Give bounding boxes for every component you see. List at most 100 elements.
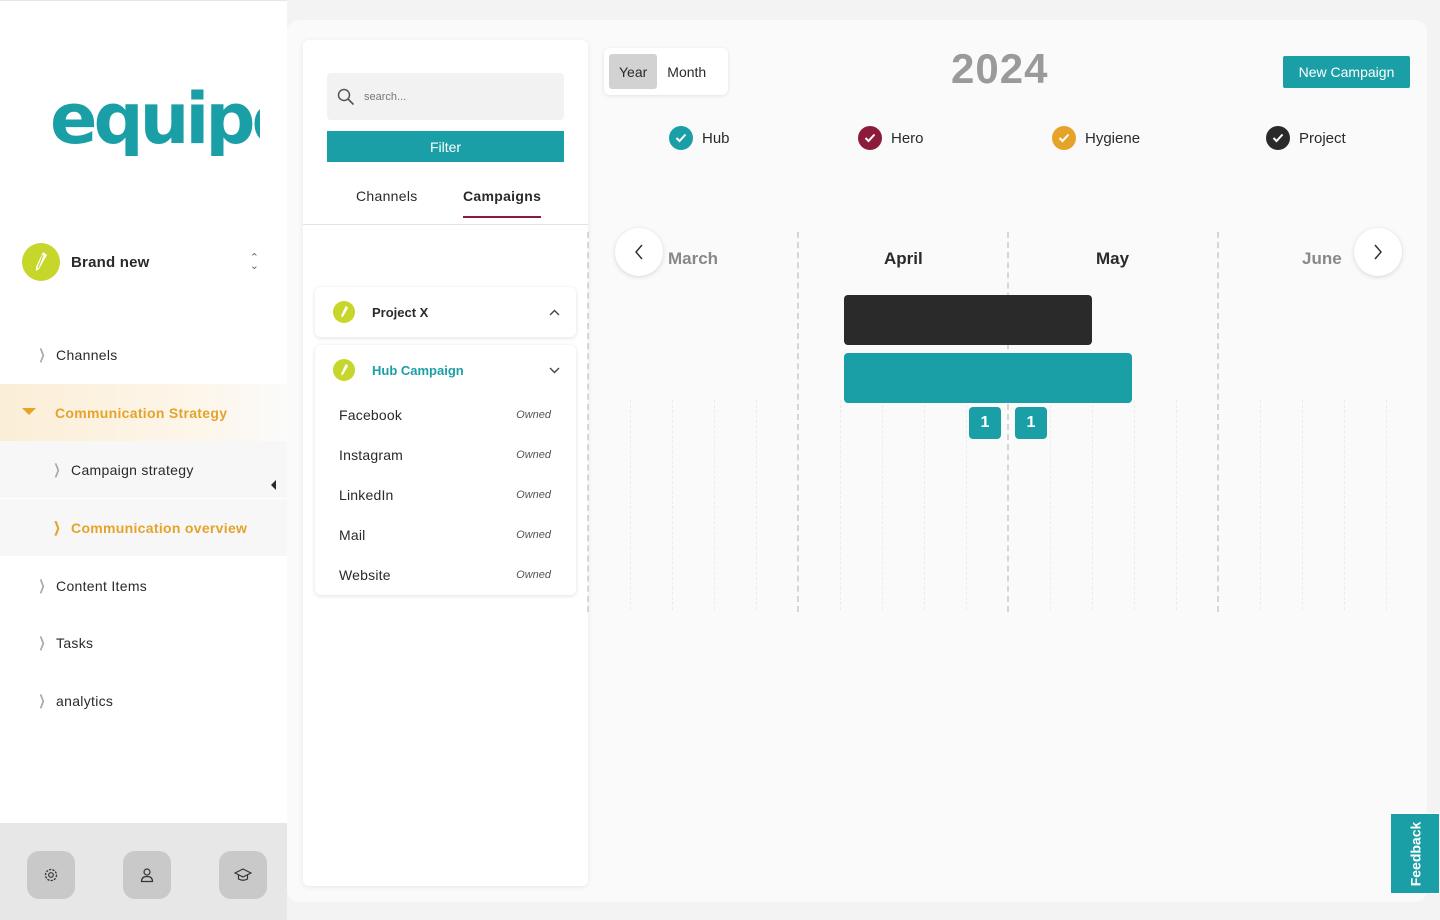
week-divider xyxy=(1302,400,1303,610)
hub-campaign-bar[interactable] xyxy=(844,353,1132,403)
sidebar-item-communication-overview[interactable]: ❯ Communication overview xyxy=(0,499,287,556)
caret-down-icon xyxy=(22,408,36,415)
content-count-badge[interactable]: 1 xyxy=(969,407,1001,439)
legend-label: Project xyxy=(1299,129,1346,147)
caret-right-icon: ❯ xyxy=(38,577,46,593)
chevron-down-icon[interactable] xyxy=(549,361,560,379)
feedback-tab[interactable]: Feedback xyxy=(1390,813,1440,894)
month-label: March xyxy=(668,249,719,268)
content-count-badge[interactable]: 1 xyxy=(1015,407,1047,439)
chevron-up-icon[interactable] xyxy=(549,303,560,321)
svg-text:equipo: equipo xyxy=(50,81,260,156)
equipo-logo[interactable]: equipo xyxy=(50,81,260,156)
caret-right-icon: ❯ xyxy=(38,692,46,708)
brand-name: Brand new xyxy=(71,253,150,271)
project-card: Project X xyxy=(315,287,576,337)
project-header[interactable]: Project X xyxy=(315,287,576,337)
month-label: April xyxy=(884,249,923,268)
legend-hub[interactable]: Hub xyxy=(669,126,730,150)
pen-nib-icon xyxy=(333,359,355,381)
check-icon xyxy=(858,126,882,150)
channel-type: Owned xyxy=(516,489,551,501)
academy-button[interactable] xyxy=(219,851,267,899)
timeline-divider xyxy=(1217,232,1219,612)
channel-row[interactable]: Website Owned xyxy=(315,555,576,595)
channel-type: Owned xyxy=(516,449,551,461)
check-icon xyxy=(1052,126,1076,150)
user-icon xyxy=(140,868,154,883)
sidebar-item-tasks[interactable]: ❯ Tasks xyxy=(0,614,287,671)
sidebar-item-campaign-strategy[interactable]: ❯ Campaign strategy xyxy=(0,441,287,498)
channel-type: Owned xyxy=(516,409,551,421)
legend-label: Hub xyxy=(702,129,730,147)
week-divider xyxy=(672,400,673,610)
week-divider xyxy=(1134,400,1135,610)
pen-nib-icon xyxy=(333,301,355,323)
week-divider xyxy=(714,400,715,610)
year-title: 2024 xyxy=(951,45,1049,92)
search-box[interactable] xyxy=(327,73,564,120)
sidebar-item-content-items[interactable]: ❯ Content Items xyxy=(0,557,287,614)
week-divider xyxy=(882,400,883,610)
graduation-cap-icon xyxy=(234,868,252,881)
channel-row[interactable]: Facebook Owned xyxy=(315,395,576,435)
chevron-left-icon xyxy=(635,244,643,260)
new-campaign-button[interactable]: New Campaign xyxy=(1283,56,1410,88)
campaign-header[interactable]: Hub Campaign xyxy=(315,345,576,395)
chevron-updown-icon[interactable]: ⌃ ⌄ xyxy=(250,253,259,272)
sidebar-item-label: analytics xyxy=(56,692,114,709)
search-input[interactable] xyxy=(364,90,544,103)
settings-icon xyxy=(44,868,58,882)
channel-row[interactable]: LinkedIn Owned xyxy=(315,475,576,515)
legend-hero[interactable]: Hero xyxy=(858,126,924,150)
sidebar-item-channels[interactable]: ❯ Channels xyxy=(0,326,287,383)
channel-type: Owned xyxy=(516,529,551,541)
month-label: June xyxy=(1302,249,1342,268)
view-toggle: Year Month xyxy=(604,48,728,95)
settings-button[interactable] xyxy=(27,851,75,899)
sidebar-item-label: Campaign strategy xyxy=(71,461,194,478)
week-divider xyxy=(1050,400,1051,610)
week-divider xyxy=(1260,400,1261,610)
view-year-option[interactable]: Year xyxy=(609,54,658,89)
caret-right-icon: ❯ xyxy=(53,461,61,477)
week-divider xyxy=(924,400,925,610)
tab-channels[interactable]: Channels xyxy=(356,188,418,216)
caret-right-icon: ❯ xyxy=(53,519,61,535)
channel-row[interactable]: Instagram Owned xyxy=(315,435,576,475)
timeline-divider xyxy=(797,232,799,612)
campaign-card: Hub Campaign Facebook Owned Instagram Ow… xyxy=(315,345,576,595)
channel-name: Mail xyxy=(339,527,366,543)
sidebar-item-label: Tasks xyxy=(56,634,94,651)
prev-month-button[interactable] xyxy=(615,228,663,276)
legend-label: Hero xyxy=(891,129,924,147)
brand-selector[interactable]: Brand new ⌃ ⌄ xyxy=(22,242,267,282)
campaign-title: Hub Campaign xyxy=(372,362,464,378)
collapse-sidebar-icon[interactable] xyxy=(271,480,276,490)
project-campaign-bar[interactable] xyxy=(844,295,1092,345)
week-divider xyxy=(1386,400,1387,610)
legend-hygiene[interactable]: Hygiene xyxy=(1052,126,1140,150)
week-divider xyxy=(966,400,967,610)
week-divider xyxy=(630,400,631,610)
sidebar-item-label: Content Items xyxy=(56,577,148,594)
next-month-button[interactable] xyxy=(1354,228,1402,276)
channel-type: Owned xyxy=(516,569,551,581)
channel-name: Instagram xyxy=(339,447,404,463)
search-icon xyxy=(337,88,355,105)
check-icon xyxy=(669,126,693,150)
chevron-right-icon xyxy=(1374,244,1382,260)
sidebar-item-communication-strategy[interactable]: Communication Strategy xyxy=(0,384,287,441)
sidebar-item-label: Channels xyxy=(56,346,118,363)
sidebar-item-analytics[interactable]: ❯ analytics xyxy=(0,672,287,729)
channel-name: Facebook xyxy=(339,407,403,423)
legend-project[interactable]: Project xyxy=(1266,126,1346,150)
profile-button[interactable] xyxy=(123,851,171,899)
channel-row[interactable]: Mail Owned xyxy=(315,515,576,555)
tab-campaigns[interactable]: Campaigns xyxy=(463,188,542,218)
filter-button[interactable]: Filter xyxy=(327,131,564,162)
view-month-option[interactable]: Month xyxy=(657,54,716,89)
sidebar-item-label: Communication Strategy xyxy=(55,404,228,421)
timeline-divider xyxy=(1007,232,1009,612)
caret-right-icon: ❯ xyxy=(38,634,46,650)
